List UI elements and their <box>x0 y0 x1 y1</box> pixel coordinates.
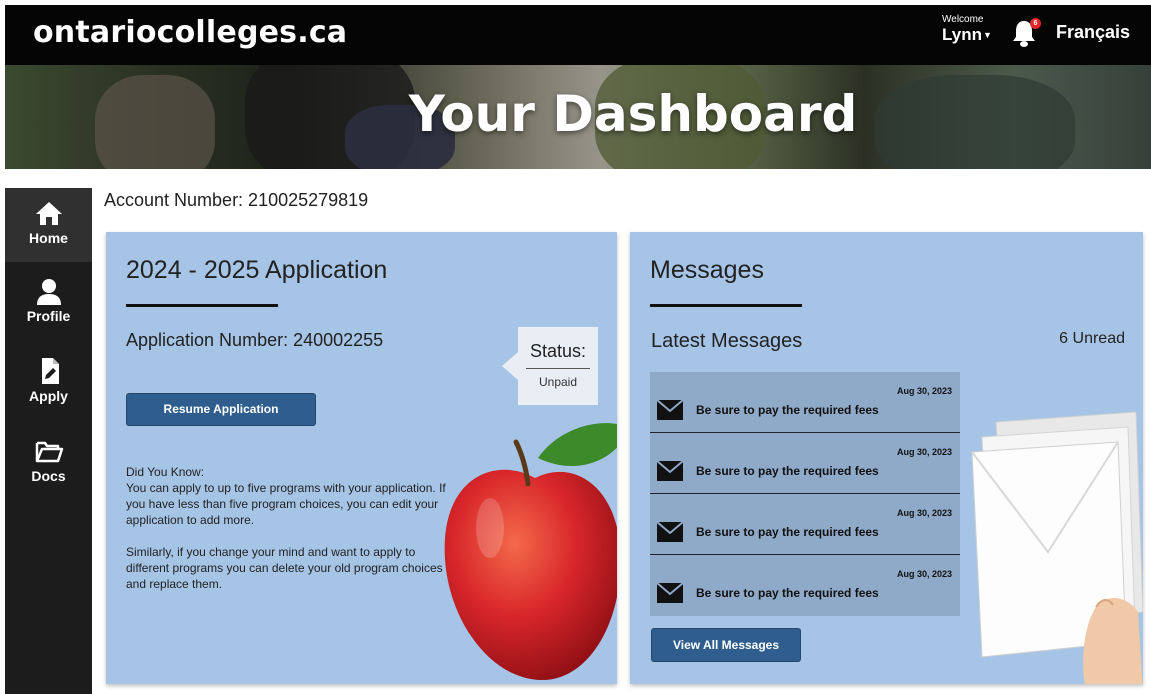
application-card: 2024 - 2025 Application Application Numb… <box>106 232 617 684</box>
messages-card: Messages Latest Messages 6 Unread Aug 30… <box>630 232 1143 684</box>
envelope-icon <box>657 583 683 603</box>
did-you-know-tips: Did You Know: You can apply to up to fiv… <box>126 464 446 608</box>
message-subject[interactable]: Be sure to pay the required fees <box>696 403 879 417</box>
latest-messages-heading: Latest Messages <box>651 330 803 352</box>
envelope-icon <box>657 400 683 420</box>
envelope-icon <box>657 461 683 481</box>
title-divider <box>650 304 802 307</box>
welcome-label: Welcome <box>942 14 984 25</box>
message-date: Aug 30, 2023 <box>896 386 952 396</box>
message-subject[interactable]: Be sure to pay the required fees <box>696 586 879 600</box>
tip-text: Similarly, if you change your mind and w… <box>126 545 443 591</box>
account-number: Account Number: 210025279819 <box>104 190 369 210</box>
document-edit-icon <box>41 358 59 384</box>
message-date: Aug 30, 2023 <box>896 447 952 457</box>
view-all-messages-button[interactable]: View All Messages <box>651 628 801 662</box>
person-icon <box>36 279 61 305</box>
envelope-icon <box>657 522 683 542</box>
sidebar-item-label: Home <box>29 230 68 246</box>
message-item[interactable]: Aug 30, 2023 Be sure to pay the required… <box>650 494 960 555</box>
message-date: Aug 30, 2023 <box>896 508 952 518</box>
unread-count: 6 Unread <box>1059 330 1125 347</box>
language-toggle-link[interactable]: Français <box>1056 22 1130 43</box>
page-title: Your Dashboard <box>408 85 858 143</box>
tip-heading: Did You Know: <box>126 465 205 479</box>
message-item[interactable]: Aug 30, 2023 Be sure to pay the required… <box>650 372 960 433</box>
caret-down-icon[interactable]: ▼ <box>983 30 992 40</box>
sidebar-item-docs[interactable]: Docs <box>5 426 92 500</box>
user-name[interactable]: Lynn <box>942 25 982 44</box>
brand-logo[interactable]: ontariocolleges.ca <box>33 15 347 50</box>
sidebar-item-label: Apply <box>29 388 68 404</box>
user-menu[interactable]: Welcome Lynn▼ <box>942 14 992 45</box>
notification-badge: 6 <box>1030 18 1041 29</box>
message-subject[interactable]: Be sure to pay the required fees <box>696 525 879 539</box>
folder-icon <box>35 441 63 463</box>
title-divider <box>126 304 278 307</box>
status-label: Status: <box>529 341 587 361</box>
application-number: Application Number: 240002255 <box>126 330 384 350</box>
apple-image <box>444 423 617 681</box>
message-item[interactable]: Aug 30, 2023 Be sure to pay the required… <box>650 433 960 494</box>
resume-application-button[interactable]: Resume Application <box>126 393 316 426</box>
hero-banner: Your Dashboard <box>5 65 1151 169</box>
home-icon <box>35 202 62 225</box>
sidebar-item-apply[interactable]: Apply <box>5 346 92 420</box>
status-value: Unpaid <box>538 375 578 389</box>
messages-title: Messages <box>650 256 764 284</box>
sidebar-item-home[interactable]: Home <box>5 188 92 262</box>
message-item[interactable]: Aug 30, 2023 Be sure to pay the required… <box>650 555 960 616</box>
envelopes-image <box>971 411 1143 684</box>
message-date: Aug 30, 2023 <box>896 569 952 579</box>
sidebar-item-label: Profile <box>26 308 71 324</box>
sidebar-nav: Home Profile Apply Docs <box>5 188 92 694</box>
application-title: 2024 - 2025 Application <box>126 256 388 284</box>
message-list: Aug 30, 2023 Be sure to pay the required… <box>650 372 960 616</box>
status-divider <box>526 368 590 369</box>
sidebar-item-profile[interactable]: Profile <box>5 266 92 340</box>
status-pointer <box>502 352 518 380</box>
status-box: Status: Unpaid <box>518 327 598 405</box>
tip-text: You can apply to up to five programs wit… <box>126 481 446 527</box>
sidebar-item-label: Docs <box>31 468 66 484</box>
message-subject[interactable]: Be sure to pay the required fees <box>696 464 879 478</box>
